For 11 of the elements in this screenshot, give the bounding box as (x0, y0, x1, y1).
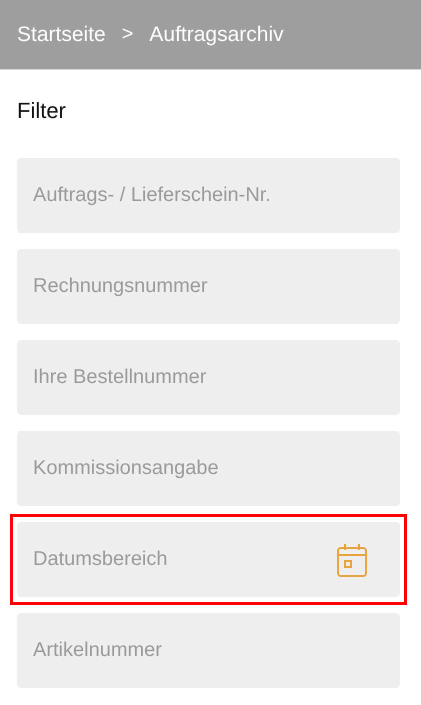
input-field[interactable]: Artikelnummer (17, 613, 400, 688)
input-field[interactable]: Kommissionsangabe (17, 431, 400, 506)
breadcrumb-link[interactable]: Auftragsarchiv (149, 22, 284, 46)
input-field[interactable]: Auftrags- / Lieferschein-Nr. (17, 158, 400, 233)
filter-title: Filter (17, 98, 67, 124)
input-field[interactable]: Ihre Bestellnummer (17, 340, 400, 415)
input-field[interactable]: Rechnungsnummer (17, 249, 400, 324)
calendar-icon[interactable] (337, 543, 367, 577)
breadcrumb-link[interactable]: Startseite (17, 22, 106, 46)
breadcrumb-separator: > (122, 23, 134, 46)
date-range-field[interactable]: Datumsbereich (17, 522, 400, 597)
